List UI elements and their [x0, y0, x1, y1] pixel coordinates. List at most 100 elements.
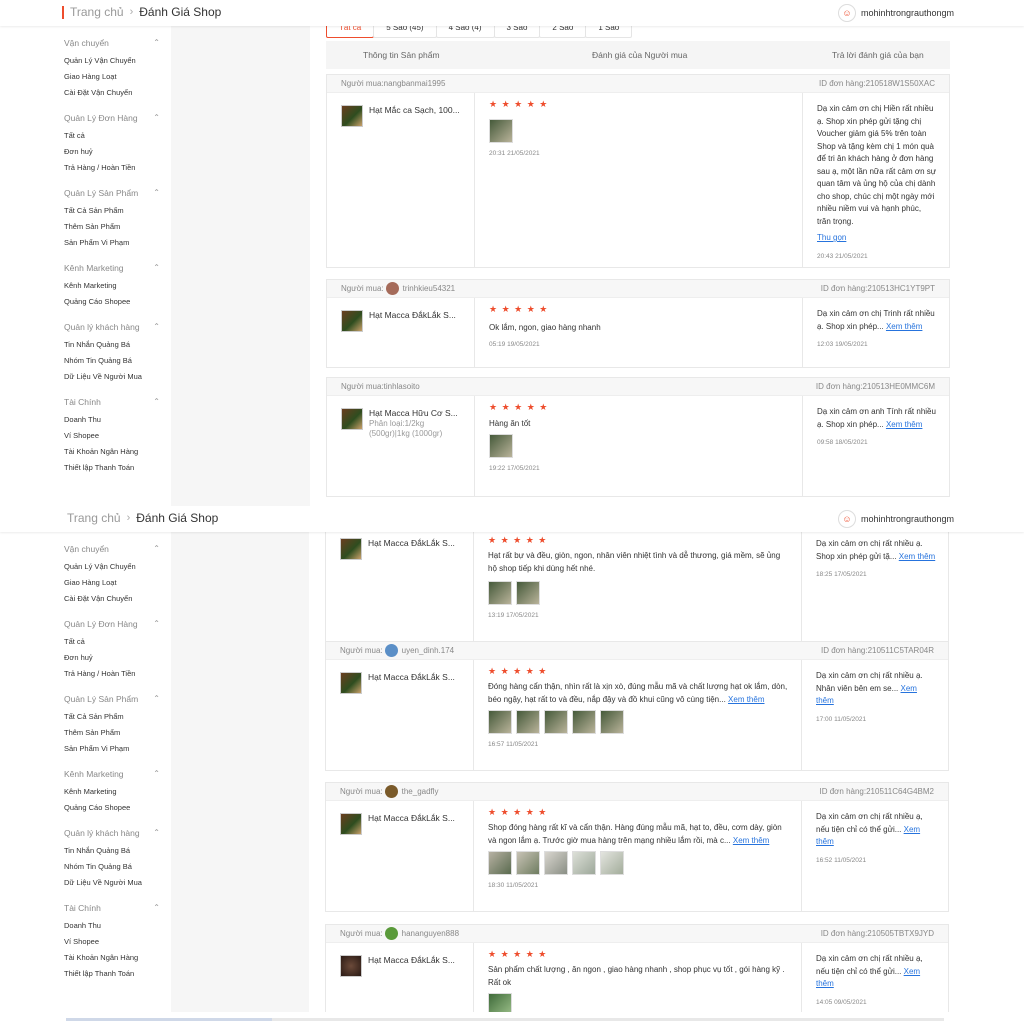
- sidebar-item[interactable]: Quảng Cáo Shopee: [64, 800, 171, 816]
- product-info[interactable]: Hạt Macca ĐắkLắk S...: [326, 801, 473, 911]
- review-image[interactable]: [600, 710, 624, 734]
- review-header: Người mua: trinhkieu54321 ID đơn hàng:21…: [327, 280, 949, 298]
- sidebar-section-title[interactable]: Quản lý khách hàng ⌃: [64, 322, 160, 332]
- sidebar-section-title[interactable]: Tài Chính ⌃: [64, 397, 160, 407]
- sidebar-item[interactable]: Tất Cả Sản Phẩm: [64, 203, 171, 219]
- chevron-up-icon[interactable]: ⌃: [153, 619, 160, 629]
- reply-more-link[interactable]: Xem thêm: [899, 552, 935, 561]
- sidebar-item[interactable]: Thêm Sản Phẩm: [64, 219, 171, 235]
- sidebar-section: Quản Lý Đơn Hàng ⌃ Tất cả Đơn huỷ Trả Hàng /…: [64, 619, 171, 682]
- review-image[interactable]: [488, 993, 512, 1012]
- sidebar-item[interactable]: Thiết lập Thanh Toán: [64, 460, 171, 476]
- scrollbar-thumb[interactable]: [66, 1018, 272, 1021]
- sidebar-item[interactable]: Doanh Thu: [64, 918, 171, 934]
- sidebar-item[interactable]: Đơn huỷ: [64, 144, 171, 160]
- chevron-up-icon[interactable]: ⌃: [153, 694, 160, 704]
- chevron-up-icon[interactable]: ⌃: [153, 828, 160, 838]
- breadcrumb-home[interactable]: Trang chủ: [70, 5, 124, 19]
- sidebar-section-label: Kênh Marketing: [64, 769, 124, 779]
- review-more-link[interactable]: Xem thêm: [733, 836, 769, 845]
- product-info[interactable]: Hạt Macca Hữu Cơ S... Phân loại:1/2kg (5…: [327, 396, 474, 496]
- sidebar-item[interactable]: Tất cả: [64, 128, 171, 144]
- chevron-up-icon[interactable]: ⌃: [153, 322, 160, 332]
- chevron-up-icon[interactable]: ⌃: [153, 903, 160, 913]
- sidebar-item[interactable]: Ví Shopee: [64, 428, 171, 444]
- sidebar-item[interactable]: Giao Hàng Loạt: [64, 575, 171, 591]
- sidebar-item[interactable]: Nhóm Tin Quảng Bá: [64, 859, 171, 875]
- sidebar-section-title[interactable]: Vận chuyển ⌃: [64, 38, 160, 48]
- sidebar-item[interactable]: Doanh Thu: [64, 412, 171, 428]
- product-info[interactable]: Hạt Macca ĐắkLắk S...: [326, 660, 473, 770]
- sidebar-item[interactable]: Cài Đặt Vận Chuyển: [64, 85, 171, 101]
- sidebar-item[interactable]: Kênh Marketing: [64, 278, 171, 294]
- sidebar-item[interactable]: Tài Khoản Ngân Hàng: [64, 950, 171, 966]
- sidebar-item[interactable]: Trả Hàng / Hoàn Tiền: [64, 666, 171, 682]
- sidebar-item[interactable]: Ví Shopee: [64, 934, 171, 950]
- chevron-up-icon[interactable]: ⌃: [153, 544, 160, 554]
- chevron-up-icon[interactable]: ⌃: [153, 397, 160, 407]
- review-image[interactable]: [600, 851, 624, 875]
- sidebar-item[interactable]: Dữ Liệu Về Người Mua: [64, 875, 171, 891]
- sidebar-item[interactable]: Thêm Sản Phẩm: [64, 725, 171, 741]
- product-info[interactable]: Hạt Macca ĐắkLắk S...: [326, 943, 473, 1012]
- review-image[interactable]: [516, 710, 540, 734]
- screenshot-top: Tất cả 5 Sao (45) 4 Sao (4) 3 Sao 2 Sao …: [0, 0, 1024, 506]
- sidebar-item[interactable]: Sản Phẩm Vi Phạm: [64, 235, 171, 251]
- sidebar-item[interactable]: Quảng Cáo Shopee: [64, 294, 171, 310]
- sidebar-section-title[interactable]: Vận chuyển ⌃: [64, 544, 160, 554]
- horizontal-scrollbar[interactable]: [66, 1018, 944, 1021]
- product-info[interactable]: Hạt Macca ĐắkLắk S...: [326, 521, 473, 658]
- user-menu[interactable]: ☺ mohinhtrongrauthongm: [838, 510, 954, 528]
- chevron-up-icon[interactable]: ⌃: [153, 188, 160, 198]
- sidebar-section-title[interactable]: Quản Lý Đơn Hàng ⌃: [64, 113, 160, 123]
- breadcrumb: Trang chủ › Đánh Giá Shop: [62, 5, 221, 19]
- chevron-up-icon[interactable]: ⌃: [153, 263, 160, 273]
- review-image[interactable]: [572, 710, 596, 734]
- review-more-link[interactable]: Xem thêm: [728, 695, 764, 704]
- sidebar-item[interactable]: Cài Đặt Vận Chuyển: [64, 591, 171, 607]
- sidebar-section-title[interactable]: Quản lý khách hàng ⌃: [64, 828, 160, 838]
- sidebar-item[interactable]: Tất Cả Sản Phẩm: [64, 709, 171, 725]
- sidebar-section-title[interactable]: Kênh Marketing ⌃: [64, 769, 160, 779]
- sidebar-item[interactable]: Đơn huỷ: [64, 650, 171, 666]
- sidebar-item[interactable]: Trả Hàng / Hoàn Tiền: [64, 160, 171, 176]
- sidebar-item[interactable]: Tài Khoản Ngân Hàng: [64, 444, 171, 460]
- review-image[interactable]: [516, 851, 540, 875]
- product-info[interactable]: Hạt Mắc ca Sạch, 100...: [327, 93, 474, 267]
- chevron-up-icon[interactable]: ⌃: [153, 38, 160, 48]
- breadcrumb-home[interactable]: Trang chủ: [67, 511, 121, 525]
- review-image[interactable]: [489, 434, 513, 458]
- review-image[interactable]: [544, 851, 568, 875]
- review-image[interactable]: [488, 710, 512, 734]
- review-image[interactable]: [488, 581, 512, 605]
- review-image[interactable]: [516, 581, 540, 605]
- product-info[interactable]: Hạt Macca ĐắkLắk S...: [327, 298, 474, 367]
- sidebar-section-title[interactable]: Tài Chính ⌃: [64, 903, 160, 913]
- review-image[interactable]: [488, 851, 512, 875]
- sidebar-item[interactable]: Quản Lý Vận Chuyển: [64, 53, 171, 69]
- sidebar-item[interactable]: Kênh Marketing: [64, 784, 171, 800]
- sidebar-item[interactable]: Tất cả: [64, 634, 171, 650]
- user-menu[interactable]: ☺ mohinhtrongrauthongm: [838, 4, 954, 22]
- sidebar-section-title[interactable]: Kênh Marketing ⌃: [64, 263, 160, 273]
- sidebar-item[interactable]: Thiết lập Thanh Toán: [64, 966, 171, 982]
- sidebar-item[interactable]: Dữ Liệu Về Người Mua: [64, 369, 171, 385]
- review-image[interactable]: [489, 119, 513, 143]
- review-image[interactable]: [572, 851, 596, 875]
- reply-more-link[interactable]: Xem thêm: [886, 322, 922, 331]
- sidebar-section: Tài Chính ⌃ Doanh Thu Ví Shopee Tài Khoản Ng…: [64, 397, 171, 476]
- sidebar-item[interactable]: Tin Nhắn Quảng Bá: [64, 843, 171, 859]
- review-image[interactable]: [544, 710, 568, 734]
- reply-more-link[interactable]: Xem thêm: [886, 420, 922, 429]
- chevron-up-icon[interactable]: ⌃: [153, 113, 160, 123]
- collapse-link[interactable]: Thu gọn: [817, 232, 937, 245]
- sidebar-item[interactable]: Giao Hàng Loạt: [64, 69, 171, 85]
- sidebar-item[interactable]: Quản Lý Vận Chuyển: [64, 559, 171, 575]
- sidebar-item[interactable]: Sản Phẩm Vi Phạm: [64, 741, 171, 757]
- sidebar-item[interactable]: Tin Nhắn Quảng Bá: [64, 337, 171, 353]
- chevron-up-icon[interactable]: ⌃: [153, 769, 160, 779]
- sidebar-section-title[interactable]: Quản Lý Đơn Hàng ⌃: [64, 619, 160, 629]
- sidebar-section-title[interactable]: Quản Lý Sản Phẩm ⌃: [64, 694, 160, 704]
- sidebar-section-title[interactable]: Quản Lý Sản Phẩm ⌃: [64, 188, 160, 198]
- sidebar-item[interactable]: Nhóm Tin Quảng Bá: [64, 353, 171, 369]
